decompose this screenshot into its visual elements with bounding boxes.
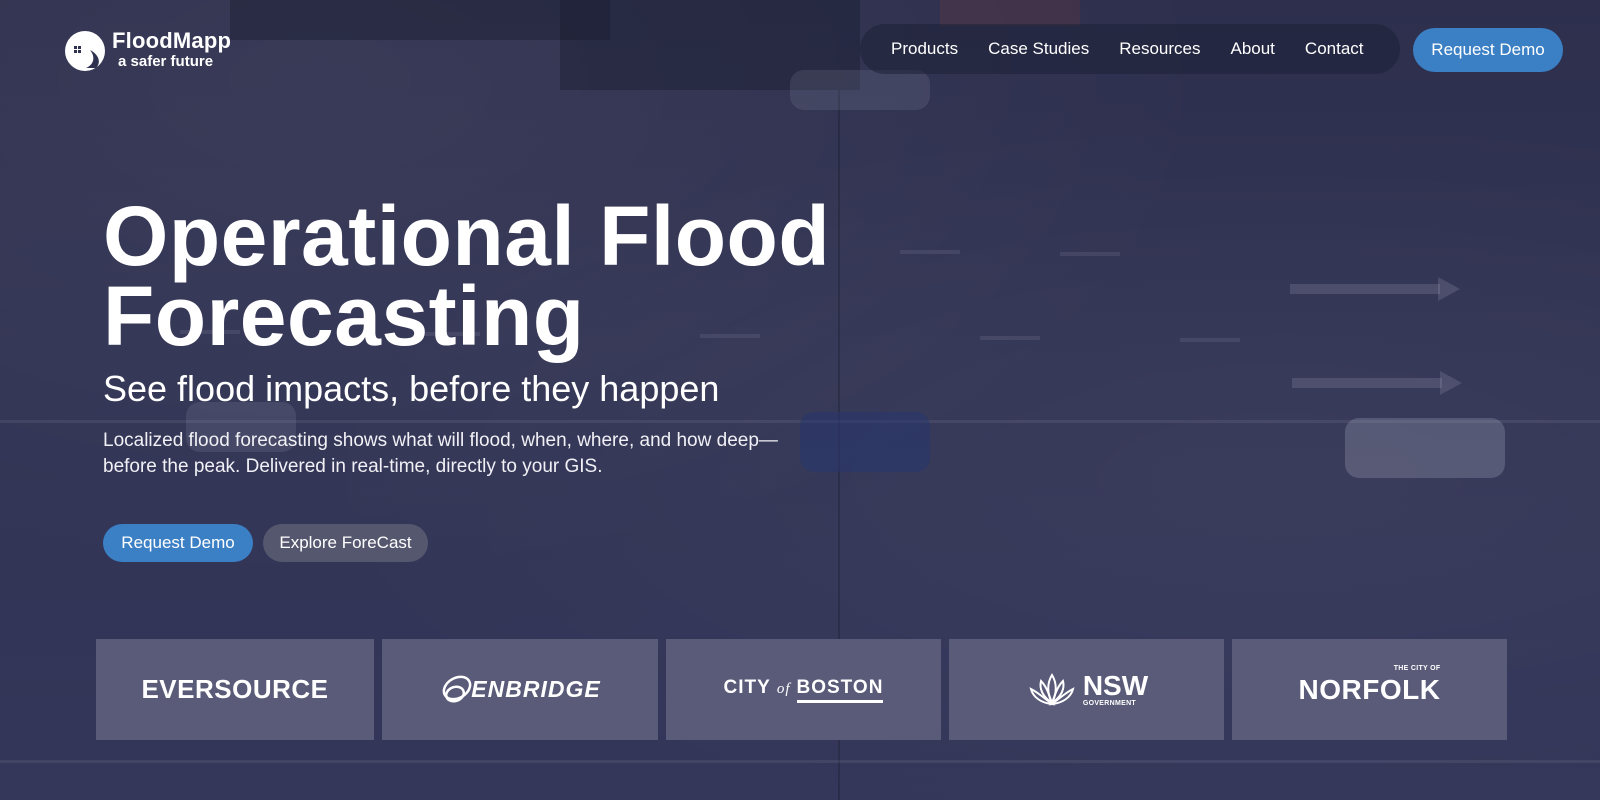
boston-wordmark: CITY of BOSTON: [724, 677, 884, 703]
norfolk-the-city-of-text: THE CITY OF: [1393, 664, 1441, 672]
client-logo-nsw: NSW GOVERNMENT: [949, 639, 1224, 740]
client-logo-norfolk: THE CITY OF NORFOLK: [1232, 639, 1507, 740]
nsw-wordmark: NSW: [1082, 670, 1149, 701]
hero-section: Operational Flood Forecasting See flood …: [103, 194, 1003, 562]
client-logo-enbridge: ENBRIDGE: [382, 639, 658, 740]
brand-name: FloodMapp: [112, 27, 232, 53]
nav-link-case-studies[interactable]: Case Studies: [988, 39, 1089, 59]
explore-forecast-button[interactable]: Explore ForeCast: [263, 524, 428, 562]
house-logo-icon: [62, 26, 108, 72]
hero-title-line2: Forecasting: [103, 269, 585, 363]
nav-link-contact[interactable]: Contact: [1305, 39, 1364, 59]
client-logo-strip: EVERSOURCE ENBRIDGE CITY of BOSTON NSW G…: [96, 639, 1507, 740]
site-header: FloodMapp a safer future Products Case S…: [0, 0, 1600, 100]
hero-description: Localized flood forecasting shows what w…: [103, 430, 778, 477]
eversource-wordmark: EVERSOURCE: [141, 674, 329, 704]
boston-city-text: CITY: [723, 676, 771, 698]
boston-of-text: of: [776, 680, 791, 697]
client-logo-eversource: EVERSOURCE: [96, 639, 374, 740]
request-demo-button[interactable]: Request Demo: [103, 524, 253, 562]
nav-link-products[interactable]: Products: [891, 39, 958, 59]
main-navigation: Products Case Studies Resources About Co…: [860, 24, 1400, 74]
nav-link-about[interactable]: About: [1230, 39, 1274, 59]
hero-title: Operational Flood Forecasting: [103, 194, 1003, 358]
hero-cta-group: Request Demo Explore ForeCast: [103, 524, 1003, 562]
brand-logo[interactable]: FloodMapp a safer future: [62, 26, 231, 72]
nav-link-resources[interactable]: Resources: [1119, 39, 1200, 59]
header-request-demo-button[interactable]: Request Demo: [1413, 28, 1563, 72]
client-logo-boston: CITY of BOSTON: [666, 639, 941, 740]
boston-name-text: BOSTON: [796, 677, 884, 703]
norfolk-wordmark: NORFOLK: [1298, 673, 1441, 705]
nsw-government-text: GOVERNMENT: [1082, 700, 1136, 707]
brand-tagline: a safer future: [118, 52, 214, 70]
enbridge-wordmark: ENBRIDGE: [471, 676, 601, 702]
waratah-icon: [1029, 672, 1075, 706]
hero-subtitle: See flood impacts, before they happen: [103, 368, 720, 409]
